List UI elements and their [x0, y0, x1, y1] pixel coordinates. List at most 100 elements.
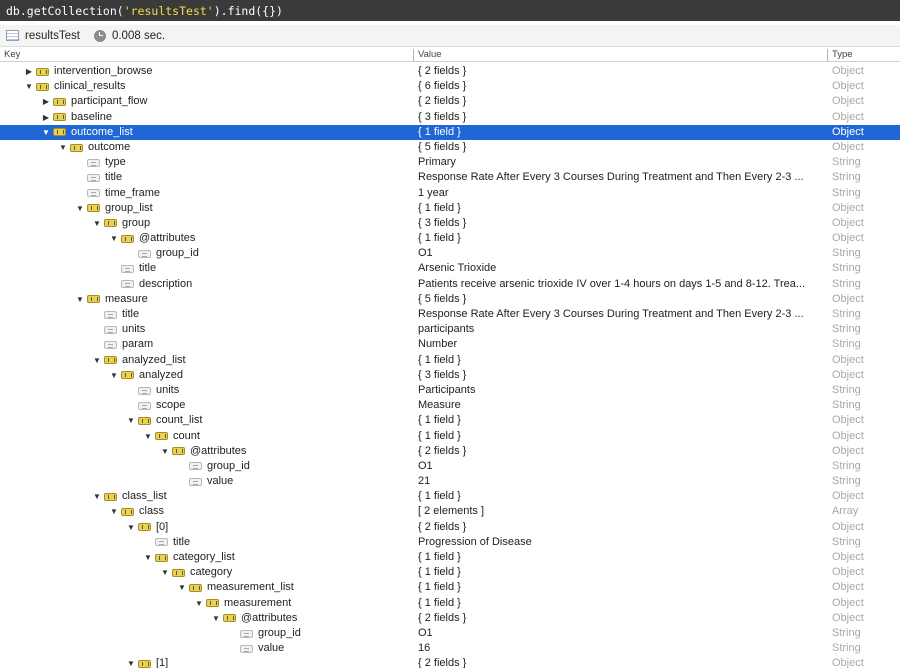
tree-row[interactable]: time_frame 1 year String: [0, 186, 900, 201]
key-cell: ▼ @attributes: [0, 444, 412, 459]
column-header-type[interactable]: Type: [832, 49, 853, 60]
expanded-arrow-icon[interactable]: ▼: [73, 201, 87, 216]
tree-row[interactable]: ▼ outcome { 5 fields } Object: [0, 140, 900, 155]
tree-row[interactable]: type Primary String: [0, 155, 900, 170]
string-type-icon: [240, 629, 253, 638]
expanded-arrow-icon[interactable]: ▼: [175, 580, 189, 595]
tree-row[interactable]: ▼ category { 1 field } Object: [0, 565, 900, 580]
object-type-icon: [189, 583, 202, 592]
expanded-arrow-icon[interactable]: ▼: [192, 596, 206, 611]
expanded-arrow-icon[interactable]: ▼: [209, 611, 223, 626]
tree-row[interactable]: value 16 String: [0, 641, 900, 656]
value-cell: { 1 field }: [418, 429, 461, 442]
column-header-value[interactable]: Value: [418, 49, 442, 60]
collapsed-arrow-icon[interactable]: ▶: [39, 110, 53, 125]
key-label: category: [190, 566, 233, 579]
key-label: analyzed: [139, 368, 184, 381]
expanded-arrow-icon[interactable]: ▼: [90, 216, 104, 231]
tree-row[interactable]: ▼ [0] { 2 fields } Object: [0, 520, 900, 535]
tree-row[interactable]: ▶ intervention_browse { 2 fields } Object: [0, 64, 900, 79]
tree-row[interactable]: value 21 String: [0, 474, 900, 489]
collapsed-arrow-icon[interactable]: ▶: [39, 94, 53, 109]
key-label: outcome_list: [71, 125, 133, 138]
tree-row[interactable]: units Participants String: [0, 383, 900, 398]
tree-row[interactable]: ▶ baseline { 3 fields } Object: [0, 110, 900, 125]
query-text[interactable]: db.getCollection('resultsTest').find({}): [6, 4, 283, 18]
tree-row[interactable]: units participants String: [0, 322, 900, 337]
key-cell: units: [0, 322, 412, 337]
column-header-key[interactable]: Key: [4, 49, 20, 60]
tree-row[interactable]: ▼ measure { 5 fields } Object: [0, 292, 900, 307]
tree-row[interactable]: ▶ participant_flow { 2 fields } Object: [0, 94, 900, 109]
type-cell: Object: [832, 216, 864, 229]
tree-row[interactable]: ▼ class [ 2 elements ] Array: [0, 504, 900, 519]
results-tree[interactable]: ▶ intervention_browse{ 2 fields } Object ▼ c…: [0, 64, 900, 668]
key-cell: group_id: [0, 459, 412, 474]
tree-row[interactable]: title Progression of Disease String: [0, 535, 900, 550]
tree-row[interactable]: ▼ measurement_list { 1 field } Object: [0, 580, 900, 595]
tree-row[interactable]: title Arsenic Trioxide String: [0, 261, 900, 276]
expanded-arrow-icon[interactable]: ▼: [107, 368, 121, 383]
key-cell: ▼ group: [0, 216, 412, 231]
expanded-arrow-icon[interactable]: ▼: [22, 79, 36, 94]
expanded-arrow-icon[interactable]: ▼: [73, 292, 87, 307]
tree-row[interactable]: ▼ count { 1 field } Object: [0, 429, 900, 444]
tree-row[interactable]: title Response Rate After Every 3 Courses…: [0, 170, 900, 185]
tree-row[interactable]: description Patients receive arsenic trio…: [0, 277, 900, 292]
tree-row[interactable]: title Response Rate After Every 3 Courses…: [0, 307, 900, 322]
expanded-arrow-icon[interactable]: ▼: [56, 140, 70, 155]
expanded-arrow-icon[interactable]: ▼: [158, 444, 172, 459]
tree-row[interactable]: ▼ clinical_results { 6 fields } Object: [0, 79, 900, 94]
tree-row[interactable]: ▼ analyzed { 3 fields } Object: [0, 368, 900, 383]
tree-row[interactable]: ▼ measurement { 1 field } Object: [0, 596, 900, 611]
object-type-icon: [53, 113, 66, 122]
key-label: clinical_results: [54, 80, 126, 93]
string-type-icon: [87, 158, 100, 167]
string-type-icon: [104, 340, 117, 349]
key-label: units: [156, 383, 180, 396]
key-cell: ▼ class: [0, 504, 412, 519]
type-cell: Object: [832, 611, 864, 624]
key-cell: param: [0, 337, 412, 352]
tree-row[interactable]: scope Measure String: [0, 398, 900, 413]
tree-row[interactable]: group_id O1 String: [0, 246, 900, 261]
query-bar[interactable]: db.getCollection('resultsTest').find({}): [0, 0, 900, 21]
type-cell: String: [832, 171, 861, 184]
tree-row[interactable]: ▼ @attributes { 2 fields } Object: [0, 611, 900, 626]
string-type-icon: [189, 462, 202, 471]
tree-row[interactable]: ▼ @attributes { 2 fields } Object: [0, 444, 900, 459]
expanded-arrow-icon[interactable]: ▼: [124, 520, 138, 535]
expanded-arrow-icon[interactable]: ▼: [124, 656, 138, 668]
column-divider[interactable]: [413, 49, 414, 61]
tree-row[interactable]: group_id O1 String: [0, 459, 900, 474]
value-cell: { 3 fields }: [418, 368, 467, 381]
expanded-arrow-icon[interactable]: ▼: [107, 504, 121, 519]
tree-row[interactable]: ▼ analyzed_list { 1 field } Object: [0, 353, 900, 368]
tree-row[interactable]: ▼ group { 3 fields } Object: [0, 216, 900, 231]
collapsed-arrow-icon[interactable]: ▶: [22, 64, 36, 79]
expanded-arrow-icon[interactable]: ▼: [141, 550, 155, 565]
tree-row[interactable]: param Number String: [0, 337, 900, 352]
expanded-arrow-icon[interactable]: ▼: [141, 429, 155, 444]
object-type-icon: [206, 599, 219, 608]
expanded-arrow-icon[interactable]: ▼: [158, 565, 172, 580]
tree-row[interactable]: ▼ count_list { 1 field } Object: [0, 413, 900, 428]
key-cell: ▼ group_list: [0, 201, 412, 216]
expanded-arrow-icon[interactable]: ▼: [124, 413, 138, 428]
tree-row-selected[interactable]: ▼ outcome_list { 1 field } Object: [0, 124, 900, 140]
type-cell: String: [832, 323, 861, 336]
column-divider[interactable]: [827, 49, 828, 61]
tree-row[interactable]: ▼ class_list { 1 field } Object: [0, 489, 900, 504]
object-type-icon: [104, 219, 117, 228]
expanded-arrow-icon[interactable]: ▼: [39, 125, 53, 140]
expanded-arrow-icon[interactable]: ▼: [90, 353, 104, 368]
tree-row[interactable]: ▼ category_list { 1 field } Object: [0, 550, 900, 565]
key-cell: ▼ measurement_list: [0, 580, 412, 595]
tree-row[interactable]: ▼ [1] { 2 fields } Object: [0, 656, 900, 668]
expanded-arrow-icon[interactable]: ▼: [90, 489, 104, 504]
key-label: class_list: [122, 490, 167, 503]
tree-row[interactable]: ▼ group_list { 1 field } Object: [0, 201, 900, 216]
expanded-arrow-icon[interactable]: ▼: [107, 231, 121, 246]
tree-row[interactable]: group_id O1 String: [0, 626, 900, 641]
tree-row[interactable]: ▼ @attributes { 1 field } Object: [0, 231, 900, 246]
